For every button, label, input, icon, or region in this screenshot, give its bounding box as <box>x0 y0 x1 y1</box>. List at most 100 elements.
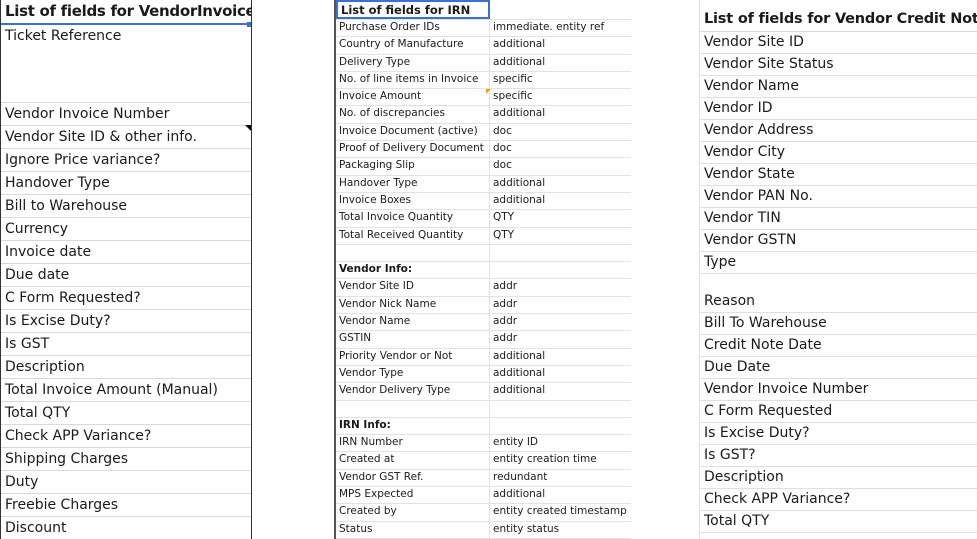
table-cell[interactable]: Check APP Variance? <box>1 425 251 448</box>
table-cell[interactable]: Ignore Price variance? <box>1 149 251 172</box>
table-cell[interactable]: Vendor GSTN <box>700 230 977 252</box>
table-cell[interactable]: Duty <box>1 471 251 494</box>
field-category-cell[interactable]: entity ID <box>490 435 631 451</box>
field-name-cell[interactable]: Created at <box>336 452 490 469</box>
field-category-cell[interactable]: specific <box>490 89 631 105</box>
field-category-cell[interactable]: additional <box>490 349 631 365</box>
field-name-cell[interactable]: Invoice Amount <box>336 89 490 106</box>
field-name-cell[interactable]: Priority Vendor or Not <box>336 348 490 365</box>
table-cell[interactable]: Credit Note Date <box>700 335 977 357</box>
field-name-cell[interactable]: Packaging Slip <box>336 158 490 175</box>
field-category-cell[interactable] <box>490 418 631 434</box>
field-name-cell[interactable]: MPS Expected <box>336 487 490 504</box>
table-cell[interactable]: Is Excise Duty? <box>700 423 977 445</box>
field-category-cell[interactable]: doc <box>490 141 631 157</box>
field-name-cell[interactable]: IRN Number <box>336 435 490 452</box>
field-name-cell[interactable]: Vendor Info: <box>336 262 490 279</box>
note-indicator-icon[interactable] <box>245 125 251 131</box>
table-cell[interactable]: Bill to Warehouse <box>1 195 251 218</box>
table-cell[interactable]: Type <box>700 252 977 274</box>
field-name-cell[interactable]: Vendor Name <box>336 314 490 331</box>
table-cell[interactable]: Reason <box>700 274 977 313</box>
table-cell[interactable]: Vendor Address <box>700 120 977 142</box>
irn-title-cell[interactable]: List of fields for IRN <box>336 0 490 19</box>
field-category-cell[interactable]: additional <box>490 383 631 399</box>
table-cell[interactable]: Bill To Warehouse <box>700 313 977 335</box>
field-category-cell[interactable]: immediate. entity ref <box>490 20 631 36</box>
table-cell[interactable]: Invoice date <box>1 241 251 264</box>
table-cell[interactable]: Description <box>700 467 977 489</box>
table-cell[interactable]: Vendor Site ID & other info. <box>1 126 251 149</box>
table-cell[interactable]: Check APP Variance? <box>700 489 977 511</box>
table-cell[interactable]: Total QTY <box>700 511 977 533</box>
field-name-cell[interactable] <box>336 400 490 417</box>
field-name-cell[interactable]: GSTIN <box>336 331 490 348</box>
field-name-cell[interactable]: Vendor Type <box>336 365 490 383</box>
field-category-cell[interactable]: doc <box>490 124 631 140</box>
field-category-cell[interactable]: additional <box>490 193 631 209</box>
vendor-invoice-title-cell[interactable]: List of fields for VendorInvoice <box>1 0 251 25</box>
table-cell[interactable]: Due Date <box>700 357 977 379</box>
field-name-cell[interactable]: IRN Info: <box>336 417 490 435</box>
field-name-cell[interactable]: Vendor Site ID <box>336 279 490 296</box>
field-name-cell[interactable]: No. of discrepancies <box>336 106 490 123</box>
field-category-cell[interactable]: entity status <box>490 522 631 538</box>
irn-title-empty-cell[interactable] <box>490 0 631 19</box>
comment-indicator-icon[interactable] <box>486 89 491 94</box>
field-category-cell[interactable]: addr <box>490 297 631 313</box>
table-cell[interactable]: Is Excise Duty? <box>1 310 251 333</box>
field-category-cell[interactable]: addr <box>490 279 631 295</box>
field-name-cell[interactable]: Purchase Order IDs <box>336 20 490 37</box>
field-category-cell[interactable]: addr <box>490 331 631 347</box>
field-name-cell[interactable]: Status <box>336 521 490 538</box>
table-cell[interactable]: Vendor Site Status <box>700 54 977 76</box>
table-cell[interactable]: Total Invoice Amount (Manual) <box>1 379 251 402</box>
field-category-cell[interactable]: QTY <box>490 210 631 226</box>
table-cell[interactable]: Total QTY <box>1 402 251 425</box>
field-name-cell[interactable]: Vendor GST Ref. <box>336 469 490 487</box>
table-cell[interactable]: Vendor Invoice Number <box>1 103 251 126</box>
table-cell[interactable]: Is GST? <box>700 445 977 467</box>
field-category-cell[interactable]: entity created timestamp <box>490 504 631 520</box>
field-category-cell[interactable]: additional <box>490 106 631 122</box>
table-cell[interactable]: Freebie Charges <box>1 494 251 517</box>
table-cell[interactable]: Vendor City <box>700 142 977 164</box>
field-category-cell[interactable]: additional <box>490 37 631 53</box>
field-name-cell[interactable]: Invoice Document (active) <box>336 123 490 141</box>
selection-fill-handle[interactable] <box>247 22 251 27</box>
table-cell[interactable]: Discount <box>1 517 251 539</box>
table-cell[interactable]: Vendor ID <box>700 98 977 120</box>
field-category-cell[interactable]: additional <box>490 487 631 503</box>
field-category-cell[interactable] <box>490 262 631 278</box>
field-category-cell[interactable]: additional <box>490 55 631 71</box>
table-cell[interactable]: Vendor PAN No. <box>700 186 977 208</box>
table-cell[interactable]: Vendor Invoice Number <box>700 379 977 401</box>
table-cell[interactable]: Vendor Site ID <box>700 32 977 54</box>
field-name-cell[interactable]: Vendor Delivery Type <box>336 383 490 400</box>
field-category-cell[interactable]: entity creation time <box>490 452 631 468</box>
field-name-cell[interactable]: Vendor Nick Name <box>336 296 490 314</box>
field-name-cell[interactable]: No. of line items in Invoice <box>336 71 490 89</box>
field-category-cell[interactable]: redundant <box>490 470 631 486</box>
field-category-cell[interactable]: additional <box>490 176 631 192</box>
table-cell[interactable]: C Form Requested <box>700 401 977 423</box>
table-cell[interactable]: Shipping Charges <box>1 448 251 471</box>
table-cell[interactable]: Handover Type <box>1 172 251 195</box>
field-name-cell[interactable]: Delivery Type <box>336 54 490 71</box>
field-category-cell[interactable]: QTY <box>490 228 631 244</box>
field-name-cell[interactable]: Handover Type <box>336 175 490 192</box>
table-cell[interactable]: Ticket Reference <box>1 25 251 103</box>
table-cell[interactable]: Vendor TIN <box>700 208 977 230</box>
field-name-cell[interactable]: Total Invoice Quantity <box>336 210 490 227</box>
table-cell[interactable]: Currency <box>1 218 251 241</box>
field-name-cell[interactable] <box>336 244 490 262</box>
field-category-cell[interactable]: doc <box>490 158 631 174</box>
table-cell[interactable]: C Form Requested? <box>1 287 251 310</box>
field-category-cell[interactable] <box>490 245 631 261</box>
field-name-cell[interactable]: Created by <box>336 504 490 521</box>
field-category-cell[interactable]: addr <box>490 314 631 330</box>
field-category-cell[interactable] <box>490 401 631 417</box>
table-cell[interactable]: Is GST <box>1 333 251 356</box>
field-name-cell[interactable]: Total Received Quantity <box>336 227 490 244</box>
credit-note-title-cell[interactable]: List of fields for Vendor Credit Note <box>700 0 977 32</box>
